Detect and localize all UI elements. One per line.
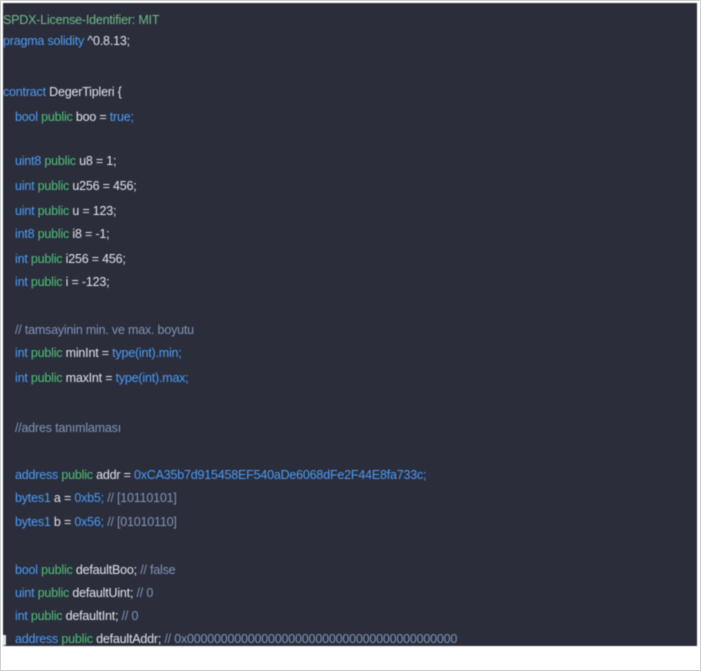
literal-value: type(int).max; — [115, 371, 189, 385]
code-line-contract: contract DegerTipleri { — [3, 84, 122, 100]
declaration: boo = — [75, 110, 110, 124]
code-line: bool public boo = true; — [15, 109, 134, 125]
license-comment: SPDX-License-Identifier: MIT — [3, 13, 160, 27]
literal-value: type(int).min; — [112, 346, 182, 360]
type-keyword: uint — [15, 204, 35, 218]
comment: // [01010110] — [107, 515, 177, 529]
contract-keyword: contract — [3, 85, 46, 99]
declaration: defaultInt; — [65, 609, 119, 623]
literal-value: 0x56; — [74, 515, 104, 529]
type-keyword: int — [15, 371, 28, 385]
visibility-keyword: public — [61, 468, 93, 482]
code-line-comment: // tamsayinin min. ve max. boyutu — [15, 322, 194, 338]
code-line: address public defaultAddr; // 0x0000000… — [15, 631, 457, 646]
visibility-keyword: public — [30, 346, 63, 360]
text-caret — [3, 635, 6, 645]
code-line: int public i = -123; — [15, 274, 110, 290]
code-line-comment: //adres tanımlaması — [15, 420, 121, 436]
visibility-keyword: public — [30, 252, 63, 266]
type-keyword: address — [15, 632, 59, 646]
code-line: bytes1 a = 0xb5; // [10110101] — [15, 490, 177, 506]
code-line: uint public u256 = 456; — [15, 178, 137, 194]
visibility-keyword: public — [30, 609, 63, 623]
declaration: a = — [53, 491, 75, 505]
code-line: int public maxInt = type(int).max; — [15, 370, 189, 386]
code-line: uint8 public u8 = 1; — [15, 153, 117, 169]
code-line-license: SPDX-License-Identifier: MIT — [3, 12, 159, 28]
comment: // tamsayinin min. ve max. boyutu — [15, 323, 194, 337]
pragma-version: ^0.8.13; — [87, 34, 130, 48]
declaration: u8 = 1; — [79, 154, 117, 168]
type-keyword: uint8 — [15, 154, 42, 168]
code-line: int public defaultInt; // 0 — [15, 608, 138, 624]
declaration: minInt = — [65, 346, 113, 360]
code-line: int public i256 = 456; — [15, 251, 126, 267]
visibility-keyword: public — [61, 632, 93, 646]
declaration: u = 123; — [72, 204, 117, 218]
comment: // 0x00000000000000000000000000000000000… — [164, 632, 458, 646]
type-keyword: int — [15, 346, 28, 360]
type-keyword: int8 — [15, 227, 35, 241]
type-keyword: bytes1 — [15, 515, 51, 529]
declaration: defaultBoo; — [75, 563, 137, 577]
comment: //adres tanımlaması — [15, 421, 121, 435]
declaration: b = — [53, 515, 75, 529]
declaration: defaultAddr; — [96, 632, 162, 646]
code-line: uint public defaultUint; // 0 — [15, 585, 153, 601]
code-line: int public minInt = type(int).min; — [15, 345, 182, 361]
declaration: i256 = 456; — [65, 252, 126, 266]
declaration: maxInt = — [65, 371, 116, 385]
declaration: defaultUint; — [72, 586, 134, 600]
screenshot-frame: SPDX-License-Identifier: MIT pragma soli… — [0, 0, 701, 671]
type-keyword: bool — [15, 110, 38, 124]
visibility-keyword: public — [41, 563, 73, 577]
comment: // 0 — [121, 609, 139, 623]
code-editor[interactable]: SPDX-License-Identifier: MIT pragma soli… — [3, 3, 697, 646]
type-keyword: uint — [15, 179, 35, 193]
code-line: bytes1 b = 0x56; // [01010110] — [15, 514, 177, 530]
literal-value: 0xCA35b7d915458EF540aDe6068dFe2F44E8fa73… — [133, 468, 427, 482]
type-keyword: bytes1 — [15, 491, 51, 505]
pragma-keyword: pragma solidity — [3, 34, 85, 48]
visibility-keyword: public — [37, 227, 70, 241]
comment: // false — [140, 563, 176, 577]
declaration: i = -123; — [65, 275, 110, 289]
visibility-keyword: public — [30, 371, 63, 385]
literal-value: true; — [109, 110, 134, 124]
code-line: uint public u = 123; — [15, 203, 117, 219]
declaration: u256 = 456; — [72, 179, 137, 193]
type-keyword: address — [15, 468, 59, 482]
comment: // 0 — [136, 586, 154, 600]
declaration: i8 = -1; — [72, 227, 110, 241]
code-line: int8 public i8 = -1; — [15, 226, 110, 242]
type-keyword: uint — [15, 586, 35, 600]
type-keyword: int — [15, 275, 28, 289]
visibility-keyword: public — [41, 110, 73, 124]
literal-value: 0xb5; — [74, 491, 104, 505]
code-line: address public addr = 0xCA35b7d915458EF5… — [15, 467, 427, 483]
code-line: bool public defaultBoo; // false — [15, 562, 176, 578]
type-keyword: bool — [15, 563, 38, 577]
visibility-keyword: public — [37, 586, 70, 600]
declaration: addr = — [96, 468, 134, 482]
visibility-keyword: public — [37, 204, 70, 218]
visibility-keyword: public — [44, 154, 76, 168]
type-keyword: int — [15, 609, 28, 623]
type-keyword: int — [15, 252, 28, 266]
code-line-pragma: pragma solidity ^0.8.13; — [3, 33, 130, 49]
contract-name: DegerTipleri { — [49, 85, 122, 99]
visibility-keyword: public — [37, 179, 70, 193]
comment: // [10110101] — [107, 491, 177, 505]
visibility-keyword: public — [30, 275, 63, 289]
